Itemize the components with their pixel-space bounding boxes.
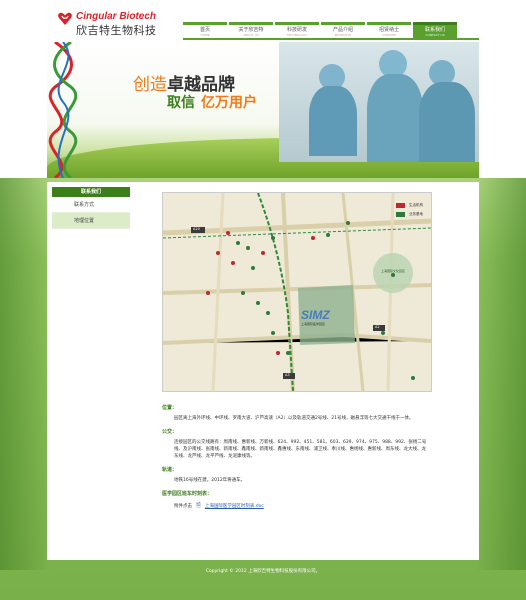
nav-technology[interactable]: 科技研发 TECHNOLOGY: [275, 22, 319, 38]
legend-row: 生活机构: [396, 201, 423, 210]
nav-contact[interactable]: 联系我们 CONTACT US: [413, 22, 457, 38]
nav-products[interactable]: 产品介绍 PRODUCTS: [321, 22, 365, 38]
nav-label: 产品介绍: [332, 27, 353, 33]
section-title-location: 位置：: [162, 405, 178, 411]
road-label-a2: A2: [375, 325, 380, 329]
hero-banner: 创造卓越品牌 取信 亿万用户: [47, 42, 479, 178]
park-label: 上海国际文化园区: [380, 269, 405, 273]
attachment-row: 附件点击 🗎 上海国际医学园区时刻表.doc: [162, 501, 430, 511]
legend-label: 业务基地: [409, 212, 423, 216]
nav-sublabel: ABOUT US: [243, 33, 259, 37]
nav-sublabel: TECHNOLOGY: [286, 33, 308, 37]
map-legend: 生活机构 业务基地: [396, 201, 423, 219]
slogan-line-2: 取信 亿万用户: [167, 92, 257, 112]
section-text-rail: 地铁16号线在建，2012年将通车。: [174, 478, 246, 483]
surgeons-photo: [279, 42, 479, 162]
nav-sublabel: CONTACT US: [425, 33, 445, 37]
nav-careers[interactable]: 招贤纳士 CAREERS: [367, 22, 411, 38]
nav-sublabel: CAREERS: [381, 33, 396, 37]
right-decoration: [476, 178, 526, 570]
nav-sublabel: PRODUCTS: [334, 33, 352, 37]
legend-swatch: [396, 212, 405, 217]
nav-underline: [183, 38, 479, 40]
nav-label: 招贤纳士: [378, 27, 399, 33]
brand-name-cn: 欣吉特生物科技: [76, 24, 157, 37]
slogan-2b: 亿万用户: [201, 95, 257, 111]
nav-home[interactable]: 首页 HOME: [183, 22, 227, 38]
section-title-shuttle: 医学园区班车时刻表：: [162, 491, 213, 497]
section-title-bus: 公交：: [162, 429, 178, 435]
simz-subtext: 上海国际医学园区: [301, 322, 326, 326]
brand-logo[interactable]: Cingular Biotech 欣吉特生物科技: [57, 11, 167, 37]
simz-logo: SIMZ 上海国际医学园区: [301, 308, 355, 326]
nav-label: 关于欣吉特: [238, 27, 264, 33]
map-graphic: [163, 193, 431, 391]
nav-about[interactable]: 关于欣吉特 ABOUT US: [229, 22, 273, 38]
road-label-a3: A3: [285, 373, 290, 377]
brand-name-en: Cingular Biotech: [76, 11, 157, 22]
sidebar-title: 联系我们: [52, 187, 130, 197]
nav-label: 科技研发: [286, 27, 307, 33]
section-text-bus: 连接园区的公交线路有：周南线、惠新线、万新线、624、992、451、581、6…: [174, 440, 427, 459]
location-map[interactable]: A20 A2 A3 上海国际文化园区 SIMZ 上海国际医学园区 生活机构 业务…: [162, 192, 432, 392]
left-decoration: [0, 178, 50, 570]
nav-label: 首页: [199, 27, 210, 33]
nav-sublabel: HOME: [200, 33, 210, 37]
attachment-link[interactable]: 上海国际医学园区时刻表.doc: [205, 503, 264, 509]
footer-copyright: Copyright © 2012 上海欣吉特生物科技股份有限公司。: [205, 569, 321, 574]
dna-helix-icon: [48, 42, 78, 178]
document-icon: 🗎: [196, 502, 201, 509]
main-nav: 首页 HOME 关于欣吉特 ABOUT US 科技研发 TECHNOLOGY 产…: [183, 22, 459, 38]
sidebar: 联系我们 联系方式 地理位置: [52, 187, 130, 229]
road-label-a20: A20: [193, 227, 200, 231]
location-info: 位置： 园区离上海外环线、中环线、罗南大道、沪芦高速（A2）以及轨道交通2号线、…: [162, 404, 430, 511]
sidebar-item-location[interactable]: 地理位置: [52, 213, 130, 229]
legend-label: 生活机构: [409, 203, 423, 207]
legend-swatch: [396, 203, 405, 208]
nav-label: 联系我们: [424, 27, 445, 33]
sidebar-item-contact-info[interactable]: 联系方式: [52, 197, 130, 213]
slogan-1a: 创造: [133, 75, 167, 95]
section-text-location: 园区离上海外环线、中环线、罗南大道、沪芦高速（A2）以及轨道交通2号线、21号线…: [174, 416, 414, 421]
section-title-rail: 轨道：: [162, 467, 178, 473]
simz-text: SIMZ: [301, 308, 330, 322]
heart-logo-icon: [58, 12, 72, 25]
legend-row: 业务基地: [396, 210, 423, 219]
slogan-2a: 取信: [167, 95, 195, 111]
attachment-prefix: 附件点击: [174, 504, 192, 509]
